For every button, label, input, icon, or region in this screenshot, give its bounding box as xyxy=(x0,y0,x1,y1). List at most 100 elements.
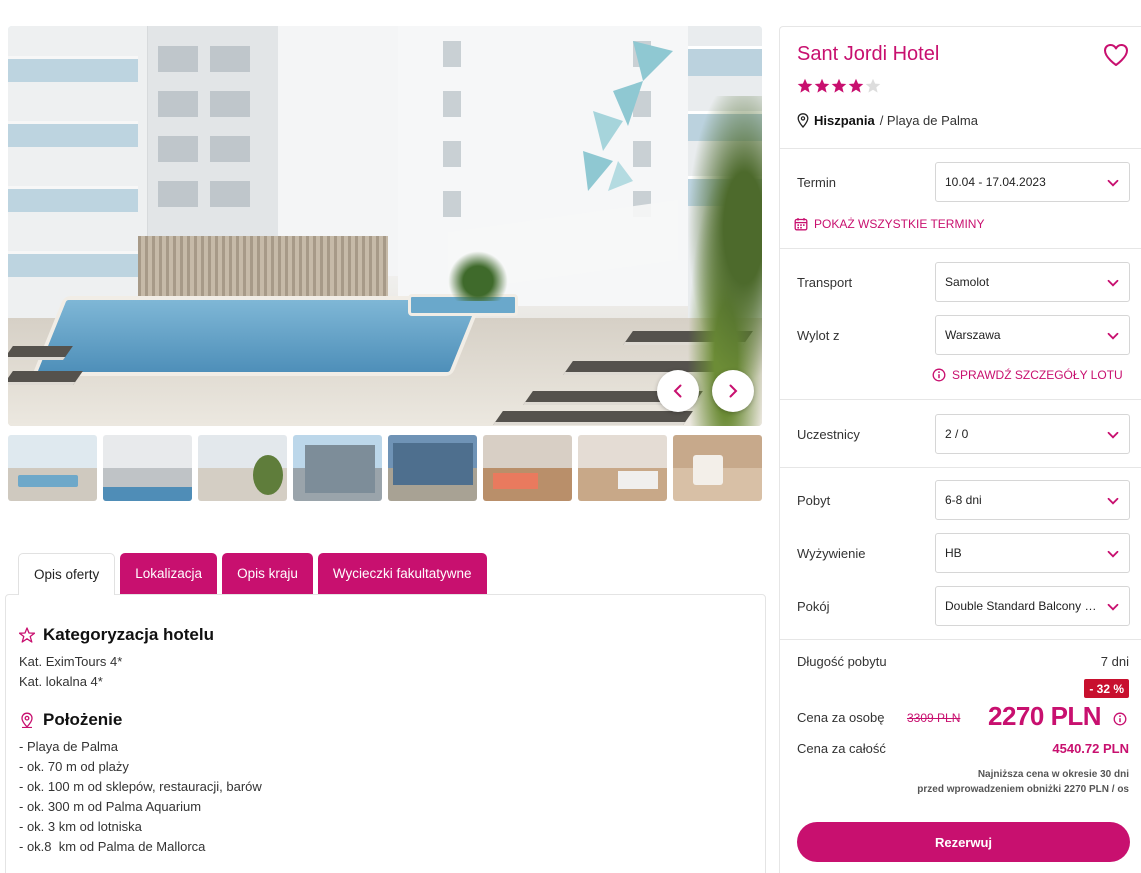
gallery-prev-button[interactable] xyxy=(657,370,699,412)
star-filled-icon xyxy=(848,78,864,93)
stay-label: Pobyt xyxy=(797,493,831,508)
term-label: Termin xyxy=(797,175,837,190)
thumbnail-hotel-street-view[interactable] xyxy=(388,435,477,501)
photo-building-middle xyxy=(148,26,278,261)
discount-badge: - 32 % xyxy=(1084,679,1129,698)
booking-panel: Sant Jordi Hotel Hiszpania / Playa de Pa… xyxy=(779,26,1141,873)
star-filled-icon xyxy=(814,78,830,93)
tab-location[interactable]: Lokalizacja xyxy=(120,553,218,594)
flight-details-label: SPRAWDŹ SZCZEGÓŁY LOTU xyxy=(952,368,1123,382)
board-select[interactable]: HB xyxy=(935,533,1130,573)
term-select[interactable]: 10.04 - 17.04.2023 xyxy=(935,162,1130,202)
photo-lounger xyxy=(8,346,73,360)
hotel-country: Hiszpania xyxy=(814,113,875,128)
star-outline-icon xyxy=(19,627,35,643)
thumbnail-pool-view[interactable] xyxy=(8,435,97,501)
hotel-name: Sant Jordi Hotel xyxy=(797,43,940,65)
transport-select[interactable]: Samolot xyxy=(935,262,1130,302)
lowest-price-note-line-1: Najniższa cena w okresie 30 dni xyxy=(977,769,1129,780)
departure-value: Warszawa xyxy=(945,328,1001,342)
thumbnail-hotel-exterior[interactable] xyxy=(293,435,382,501)
departure-label: Wylot z xyxy=(797,328,840,343)
category-line: Kat. lokalna 4* xyxy=(19,674,103,689)
thumbnail-room-balcony[interactable] xyxy=(483,435,572,501)
info-icon xyxy=(932,368,946,382)
tab-country-description[interactable]: Opis kraju xyxy=(222,553,313,594)
participants-label: Uczestnicy xyxy=(797,427,860,442)
thumbnail-twin-room[interactable] xyxy=(578,435,667,501)
stay-length-value: 7 dni xyxy=(1100,654,1129,669)
chevron-left-icon xyxy=(673,384,682,398)
room-label: Pokój xyxy=(797,599,830,614)
board-label: Wyżywienie xyxy=(797,546,866,561)
offer-tabs: Opis oferty Lokalizacja Opis kraju Wycie… xyxy=(18,553,487,595)
lowest-price-note: Najniższa cena w okresie 30 dni przed wp… xyxy=(917,767,1129,797)
star-filled-icon xyxy=(797,78,813,93)
chevron-down-icon xyxy=(1107,497,1119,505)
divider xyxy=(780,248,1141,249)
tab-offer-description[interactable]: Opis oferty xyxy=(18,553,116,595)
photo-building-left xyxy=(8,26,148,326)
hotel-star-rating xyxy=(797,78,881,94)
transport-label: Transport xyxy=(797,275,853,290)
stay-select[interactable]: 6-8 dni xyxy=(935,480,1130,520)
tab-excursions[interactable]: Wycieczki fakultatywne xyxy=(317,553,487,594)
categorization-heading: Kategoryzacja hotelu xyxy=(19,625,214,645)
hotel-main-photo[interactable] xyxy=(8,26,762,426)
chevron-down-icon xyxy=(1107,550,1119,558)
old-price: 3309 PLN xyxy=(907,711,961,725)
divider xyxy=(780,639,1141,640)
location-heading: Położenie xyxy=(19,710,122,730)
gallery-thumbnails xyxy=(8,435,766,501)
map-pin-icon xyxy=(21,712,33,728)
info-icon[interactable] xyxy=(1113,712,1127,726)
categorization-title: Kategoryzacja hotelu xyxy=(43,625,214,644)
price-per-person-label: Cena za osobę xyxy=(797,710,885,725)
location-line: - ok. 100 m od sklepów, restauracji, bar… xyxy=(19,779,262,794)
transport-value: Samolot xyxy=(945,275,990,289)
hotel-location: Hiszpania / Playa de Palma xyxy=(797,113,978,128)
chevron-down-icon xyxy=(1107,279,1119,287)
total-price-value: 4540.72 PLN xyxy=(1052,741,1129,756)
stay-length-label: Długość pobytu xyxy=(797,654,887,669)
photo-lounger xyxy=(493,411,693,425)
location-list: - Playa de Palma - ok. 70 m od plaży - o… xyxy=(19,737,262,857)
board-value: HB xyxy=(945,546,962,560)
photo-wooden-wall xyxy=(138,236,388,296)
photo-lounger xyxy=(8,371,83,385)
show-all-terms-label: POKAŻ WSZYSTKIE TERMINY xyxy=(814,217,985,231)
flight-details-link[interactable]: SPRAWDŹ SZCZEGÓŁY LOTU xyxy=(932,368,1123,382)
chevron-right-icon xyxy=(729,384,738,398)
room-select[interactable]: Double Standard Balcony or Terrace xyxy=(935,586,1130,626)
thumbnail-pool-terrace[interactable] xyxy=(198,435,287,501)
chevron-down-icon xyxy=(1107,332,1119,340)
thumbnail-bathroom[interactable] xyxy=(673,435,762,501)
location-line: - ok.8 km od Palma de Mallorca xyxy=(19,839,206,854)
reserve-button[interactable]: Rezerwuj xyxy=(797,822,1130,862)
chevron-down-icon xyxy=(1107,603,1119,611)
divider xyxy=(780,467,1141,468)
show-all-terms-link[interactable]: POKAŻ WSZYSTKIE TERMINY xyxy=(794,217,984,231)
calendar-icon xyxy=(794,218,808,231)
participants-select[interactable]: 2 / 0 xyxy=(935,414,1130,454)
wall-triangles-decor xyxy=(583,41,673,191)
offer-description-panel: Kategoryzacja hotelu Kat. EximTours 4* K… xyxy=(5,594,766,873)
lowest-price-note-line-2: przed wprowadzeniem obniżki 2270 PLN / o… xyxy=(917,784,1129,795)
term-value: 10.04 - 17.04.2023 xyxy=(945,175,1046,189)
location-line: - Playa de Palma xyxy=(19,739,118,754)
categorization-list: Kat. EximTours 4* Kat. lokalna 4* xyxy=(19,652,122,692)
heart-icon[interactable] xyxy=(1103,43,1129,67)
thumbnail-hotel-facade-pool[interactable] xyxy=(103,435,192,501)
stay-value: 6-8 dni xyxy=(945,493,982,507)
star-filled-icon xyxy=(831,78,847,93)
chevron-down-icon xyxy=(1107,179,1119,187)
divider xyxy=(780,399,1141,400)
gallery-next-button[interactable] xyxy=(712,370,754,412)
chevron-down-icon xyxy=(1107,431,1119,439)
category-line: Kat. EximTours 4* xyxy=(19,654,123,669)
divider xyxy=(780,148,1141,149)
star-empty-icon xyxy=(865,78,881,93)
room-value: Double Standard Balcony or Terrace xyxy=(945,599,1101,613)
new-price: 2270 PLN xyxy=(988,701,1102,731)
departure-select[interactable]: Warszawa xyxy=(935,315,1130,355)
